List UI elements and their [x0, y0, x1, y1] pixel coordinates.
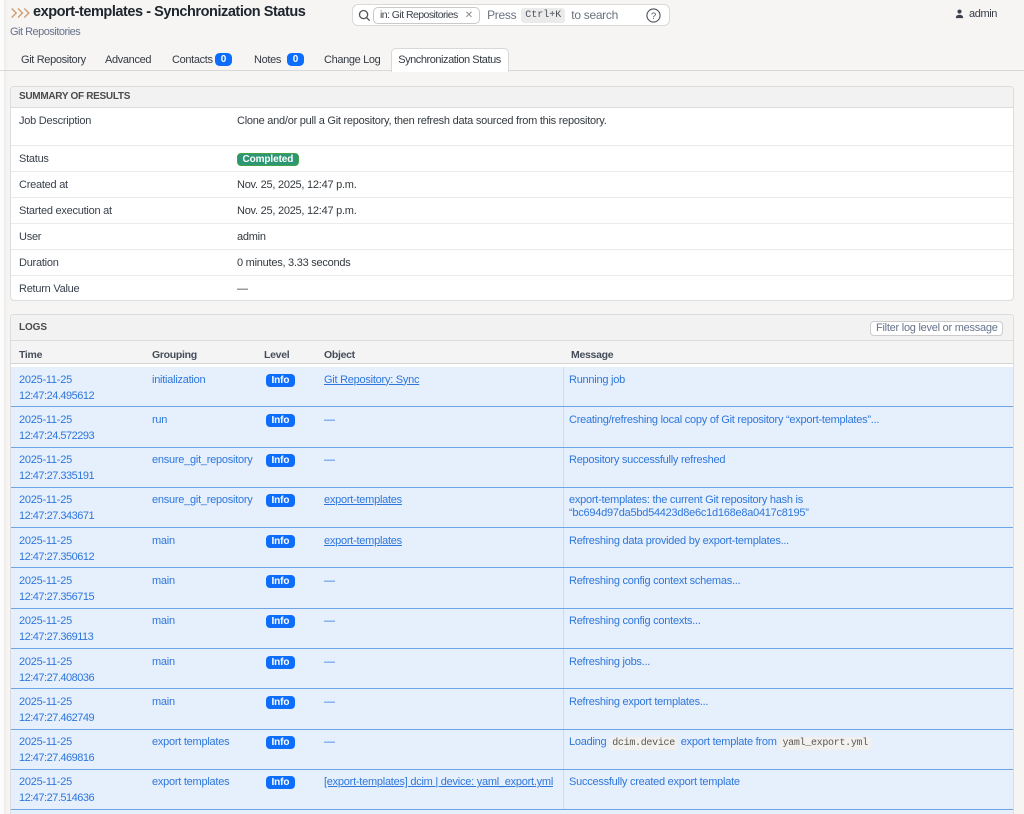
- svg-text:?: ?: [651, 10, 656, 20]
